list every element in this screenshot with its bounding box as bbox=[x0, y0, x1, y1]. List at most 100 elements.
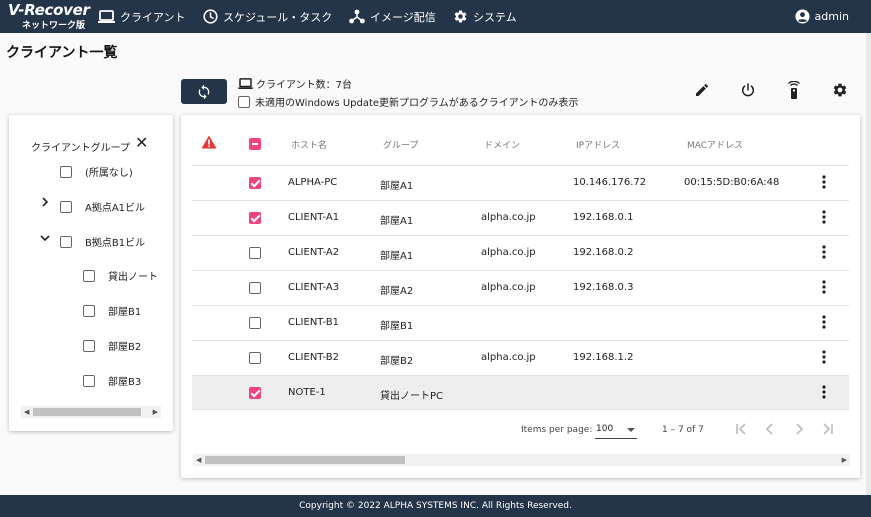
windows-update-filter-label: 未適用のWindows Update更新プログラムがあるクライアントのみ表示 bbox=[255, 98, 579, 109]
table-row[interactable]: CLIENT-B1 部屋B1 bbox=[192, 305, 849, 340]
nav-client[interactable]: クライアント bbox=[98, 0, 186, 33]
windows-update-filter-checkbox[interactable] bbox=[238, 95, 250, 108]
group-cell: 部屋A1 bbox=[380, 216, 414, 227]
user-name: admin bbox=[814, 10, 849, 23]
group-label: A拠点A1ビル bbox=[85, 203, 146, 214]
scrollbar-thumb[interactable] bbox=[205, 456, 405, 464]
chevron-left-icon bbox=[765, 423, 773, 435]
group-checkbox[interactable] bbox=[83, 339, 95, 352]
group-item-room-b2[interactable]: 部屋B2 bbox=[83, 338, 141, 353]
prev-page-button[interactable] bbox=[762, 421, 778, 437]
domain-cell: alpha.co.jp bbox=[481, 212, 536, 223]
row-checkbox[interactable] bbox=[249, 177, 261, 189]
group-checkbox[interactable] bbox=[83, 304, 95, 317]
row-checkbox[interactable] bbox=[249, 247, 261, 259]
scroll-left-arrow[interactable]: ◀ bbox=[196, 454, 201, 466]
header-group[interactable]: グループ bbox=[383, 138, 418, 151]
scrollbar-thumb[interactable] bbox=[33, 408, 141, 416]
nav-schedule[interactable]: スケジュール・タスク bbox=[203, 0, 332, 33]
group-checkbox[interactable] bbox=[60, 235, 72, 248]
group-item-b1[interactable]: B拠点B1ビル bbox=[60, 234, 145, 249]
table-row[interactable]: CLIENT-A1 部屋A1 alpha.co.jp 192.168.0.1 bbox=[192, 200, 849, 235]
ip-cell: 192.168.1.2 bbox=[573, 352, 634, 363]
host-cell: CLIENT-A3 bbox=[288, 282, 340, 293]
table-row[interactable]: CLIENT-A3 部屋A2 alpha.co.jp 192.168.0.3 bbox=[192, 270, 849, 305]
user-menu[interactable]: admin bbox=[795, 0, 849, 33]
row-checkbox[interactable] bbox=[249, 212, 261, 224]
more-vert-icon[interactable] bbox=[816, 314, 832, 330]
chevron-right-icon[interactable] bbox=[41, 197, 49, 210]
settings-button[interactable] bbox=[830, 80, 850, 100]
more-vert-icon[interactable] bbox=[816, 209, 832, 225]
header-mac[interactable]: MACアドレス bbox=[687, 138, 743, 151]
row-checkbox[interactable] bbox=[249, 387, 261, 399]
group-item-loan-note[interactable]: 貸出ノート bbox=[83, 268, 158, 283]
remote-button[interactable] bbox=[784, 80, 804, 100]
group-checkbox[interactable] bbox=[83, 269, 95, 282]
app-logo[interactable]: V-Recover ネットワーク版 bbox=[8, 1, 90, 31]
group-cell: 部屋A1 bbox=[380, 251, 414, 262]
table-row[interactable]: NOTE-1 貸出ノートPC bbox=[192, 375, 849, 410]
laptop-icon bbox=[98, 10, 115, 23]
header-domain[interactable]: ドメイン bbox=[484, 138, 520, 151]
refresh-button[interactable] bbox=[181, 79, 227, 104]
nav-system[interactable]: システム bbox=[453, 0, 517, 33]
client-group-panel: クライアントグループ ✕ (所属なし) A拠点A1ビル B拠点B1ビル 貸出ノー… bbox=[9, 115, 173, 431]
gear-icon bbox=[833, 83, 847, 97]
page-size-value: 100 bbox=[596, 424, 614, 434]
group-checkbox[interactable] bbox=[60, 200, 72, 213]
table-row[interactable]: CLIENT-B2 部屋B2 alpha.co.jp 192.168.1.2 bbox=[192, 340, 849, 375]
group-panel-scrollbar[interactable]: ◀ ▶ bbox=[21, 406, 161, 418]
ip-cell: 192.168.0.1 bbox=[573, 212, 634, 223]
last-page-button[interactable] bbox=[820, 421, 836, 437]
first-page-button[interactable] bbox=[733, 421, 749, 437]
more-vert-icon[interactable] bbox=[816, 174, 832, 190]
domain-cell: alpha.co.jp bbox=[481, 247, 536, 258]
scroll-left-arrow[interactable]: ◀ bbox=[24, 406, 29, 418]
first-page-icon bbox=[736, 423, 746, 435]
domain-cell: alpha.co.jp bbox=[481, 282, 536, 293]
header-host[interactable]: ホスト名 bbox=[291, 138, 327, 151]
group-checkbox[interactable] bbox=[83, 374, 95, 387]
more-vert-icon[interactable] bbox=[816, 244, 832, 260]
nav-client-label: クライアント bbox=[120, 10, 186, 24]
header-ip[interactable]: IPアドレス bbox=[576, 138, 620, 151]
window-scrollbar[interactable] bbox=[866, 33, 871, 495]
close-icon[interactable]: ✕ bbox=[135, 135, 148, 151]
sync-icon bbox=[198, 84, 210, 99]
table-scrollbar[interactable]: ◀ ▶ bbox=[193, 454, 850, 466]
power-button[interactable] bbox=[738, 80, 758, 100]
group-cell: 部屋B2 bbox=[380, 356, 414, 367]
items-per-page-label: Items per page: bbox=[521, 425, 593, 435]
more-vert-icon[interactable] bbox=[816, 384, 832, 400]
ip-cell: 192.168.0.3 bbox=[573, 282, 634, 293]
group-label: B拠点B1ビル bbox=[85, 238, 146, 249]
group-item-room-b3[interactable]: 部屋B3 bbox=[83, 373, 141, 388]
client-count-text: クライアント数：7台 bbox=[256, 80, 352, 91]
group-item-a1[interactable]: A拠点A1ビル bbox=[60, 199, 145, 214]
gear-icon bbox=[454, 10, 467, 23]
group-item-none[interactable]: (所属なし) bbox=[60, 164, 133, 179]
page-size-select[interactable]: 100 bbox=[595, 421, 637, 439]
nav-image[interactable]: イメージ配信 bbox=[349, 0, 436, 33]
more-vert-icon[interactable] bbox=[816, 279, 832, 295]
more-vert-icon[interactable] bbox=[816, 349, 832, 365]
select-all-checkbox[interactable] bbox=[249, 138, 261, 150]
windows-update-filter[interactable]: 未適用のWindows Update更新プログラムがあるクライアントのみ表示 bbox=[238, 94, 578, 109]
chevron-down-icon[interactable] bbox=[40, 234, 50, 245]
group-item-room-b1[interactable]: 部屋B1 bbox=[83, 303, 141, 318]
group-label: 部屋B1 bbox=[108, 307, 142, 318]
edit-button[interactable] bbox=[692, 80, 712, 100]
table-row[interactable]: ALPHA-PC 部屋A1 10.146.176.72 00:15:5D:B0:6A:… bbox=[192, 165, 849, 200]
row-checkbox[interactable] bbox=[249, 282, 261, 294]
table-row[interactable]: CLIENT-A2 部屋A1 alpha.co.jp 192.168.0.2 bbox=[192, 235, 849, 270]
scroll-right-arrow[interactable]: ▶ bbox=[842, 454, 847, 466]
group-label: 貸出ノート bbox=[108, 272, 158, 283]
row-checkbox[interactable] bbox=[249, 317, 261, 329]
client-count: クライアント数：7台 bbox=[238, 76, 352, 91]
next-page-button[interactable] bbox=[791, 421, 807, 437]
group-checkbox[interactable] bbox=[60, 165, 72, 178]
host-cell: NOTE-1 bbox=[288, 387, 326, 398]
scroll-right-arrow[interactable]: ▶ bbox=[153, 406, 158, 418]
row-checkbox[interactable] bbox=[249, 352, 261, 364]
